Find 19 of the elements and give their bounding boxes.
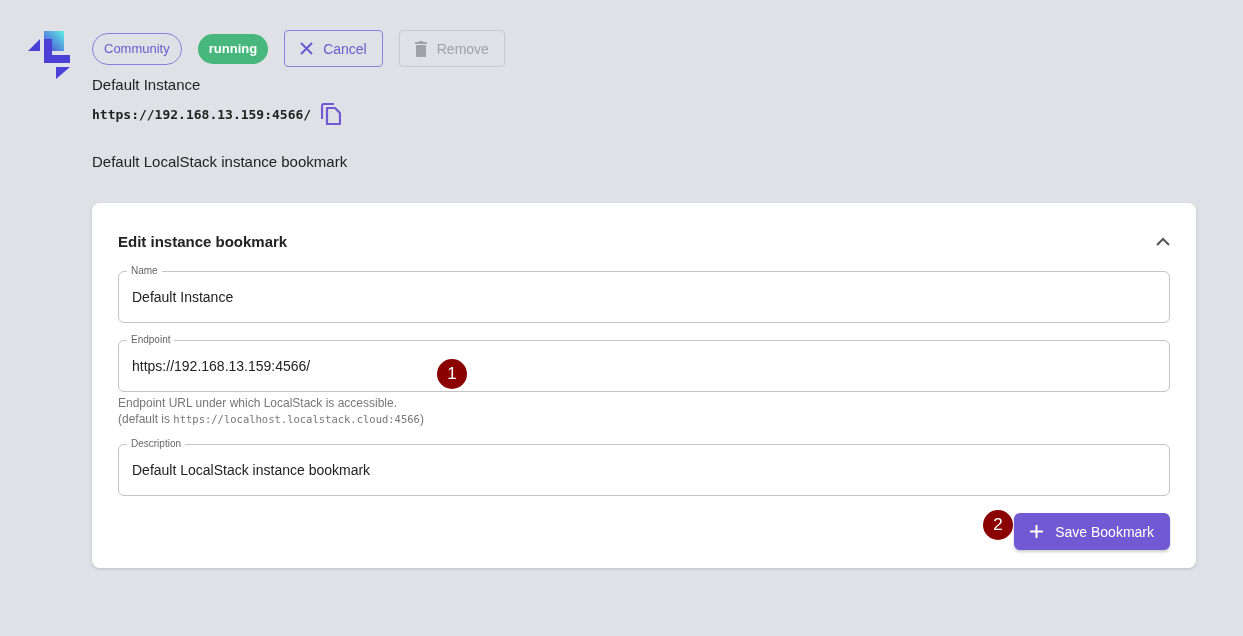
card-title: Edit instance bookmark <box>118 232 288 250</box>
copy-icon[interactable] <box>321 103 342 125</box>
instance-description: Default LocalStack instance bookmark <box>92 153 349 170</box>
field-input[interactable]: Default Instance <box>132 289 1156 305</box>
plus-icon <box>1030 525 1044 538</box>
helper-text: Endpoint URL under which LocalStack is accessible. (default is https://localhost.localstack.cloud:4566) <box>118 395 425 427</box>
close-icon <box>300 42 314 55</box>
callout-marker: 1 <box>437 359 467 389</box>
chevron-icon[interactable] <box>1156 236 1170 246</box>
field-label: Description <box>127 437 186 451</box>
instance-url: https://192.168.13.159:4566/ <box>92 106 312 122</box>
instance-name: Default Instance <box>92 76 202 93</box>
field-input[interactable]: Default LocalStack instance bookmark <box>132 462 1156 478</box>
trash-icon <box>414 40 427 57</box>
field-label: Endpoint <box>127 333 175 347</box>
cancel-button[interactable]: Cancel <box>284 30 383 67</box>
save-bookmark-button[interactable]: Save Bookmark <box>1014 513 1170 550</box>
status-chip: running <box>197 33 269 64</box>
callout-marker: 2 <box>983 510 1013 540</box>
